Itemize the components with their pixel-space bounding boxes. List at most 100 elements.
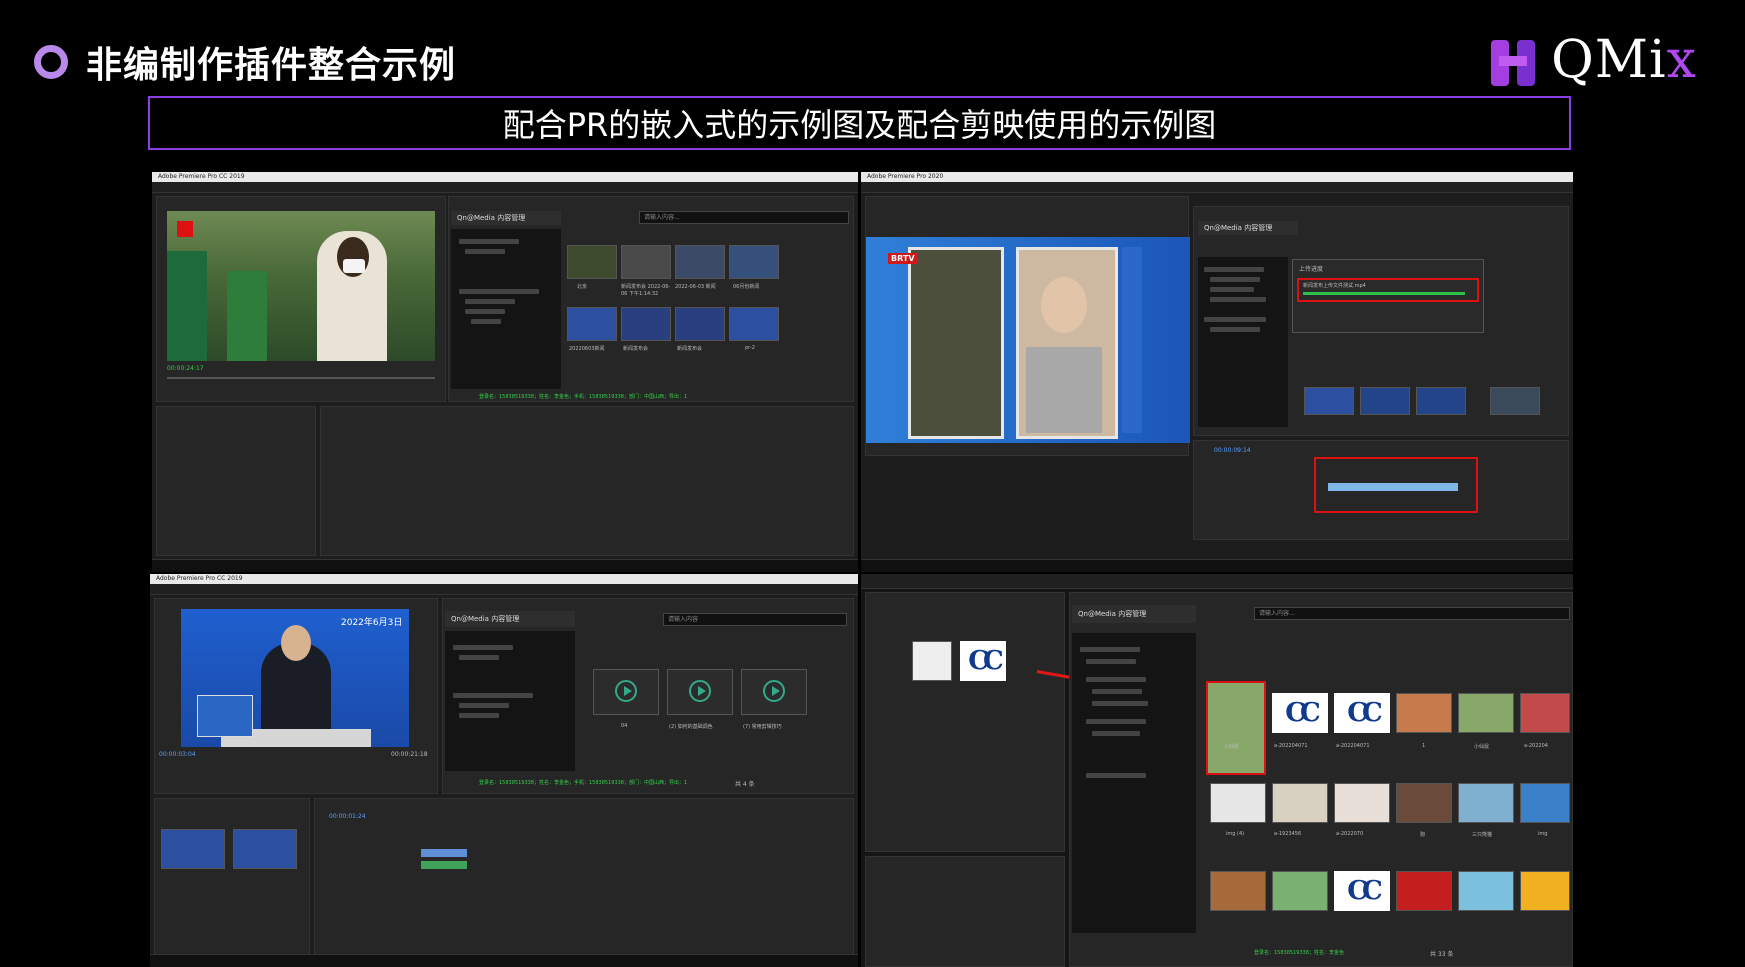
subtitle-box: 配合PR的嵌入式的示例图及配合剪映使用的示例图 <box>148 96 1571 150</box>
grid-caption: 狗 <box>1420 832 1426 838</box>
thumb-caption: 北京 <box>577 284 588 290</box>
grid-caption: img <box>1538 831 1548 837</box>
clip-thumb-1[interactable] <box>593 669 659 715</box>
grid-thumb-17[interactable] <box>1458 871 1514 911</box>
grid-thumb-14[interactable] <box>1272 871 1328 911</box>
project-thumb-2[interactable] <box>233 829 297 869</box>
clip-caption: (7) 常用剪辑技巧 <box>743 724 782 730</box>
clip-thumb-3[interactable] <box>741 669 807 715</box>
grid-caption: img (4) <box>1226 831 1245 837</box>
grid-thumb-18[interactable] <box>1520 871 1570 911</box>
upload-progress-dialog: 上传进度 新闻发布上传文件测试.mp4 <box>1292 259 1484 333</box>
grid-thumb-13[interactable] <box>1210 871 1266 911</box>
plugin-panel-title: Qn@Media 内容管理 <box>1072 605 1196 623</box>
upload-dialog-title: 上传进度 <box>1299 266 1324 273</box>
project-panel <box>156 406 316 556</box>
thumb-1[interactable] <box>1304 387 1354 415</box>
grid-caption: a-202204071 <box>1336 743 1370 749</box>
grid-thumb-11[interactable] <box>1458 783 1514 823</box>
result-total: 共 4 条 <box>735 781 755 788</box>
thumb-caption: 20220603新闻 <box>569 346 605 352</box>
source-duration: 00:00:21:18 <box>391 751 428 758</box>
grid-thumb-10[interactable] <box>1396 783 1452 823</box>
taskbar <box>152 559 858 572</box>
thumb-caption: 新闻发布会 2022-06-06 下午1:14:32 <box>621 284 671 297</box>
slide-title-text: 非编制作插件整合示例 <box>86 45 457 86</box>
thumb-4[interactable] <box>729 245 779 279</box>
window-titlebar: Adobe Premiere Pro CC 2019 <box>150 574 858 584</box>
thumb-7[interactable] <box>675 307 725 341</box>
grid-thumb-1[interactable] <box>1206 681 1266 775</box>
timeline-panel <box>320 406 854 556</box>
logo-text: QMix <box>1551 30 1697 90</box>
clip-caption: 04 <box>621 723 628 729</box>
plugin-panel-title: Qn@Media 内容管理 <box>445 611 575 627</box>
grid-caption: 1 <box>1422 743 1426 749</box>
grid-caption: a-2022070 <box>1336 831 1364 837</box>
media-thumb-dog[interactable] <box>912 641 952 681</box>
thumb-3[interactable] <box>675 245 725 279</box>
screenshot-premiere-top-right: Adobe Premiere Pro 2020 BRTV Qn@Media 内容… <box>861 172 1573 572</box>
brtv-logo: BRTV <box>888 253 918 264</box>
menu-bar <box>152 182 858 193</box>
grid-thumb-6[interactable] <box>1520 693 1570 733</box>
status-line: 登录名：15838519338；姓名：李金色 <box>1254 950 1344 956</box>
thumb-2[interactable] <box>1360 387 1410 415</box>
grid-thumb-9[interactable] <box>1334 783 1390 823</box>
search-input[interactable]: 请输入内容 <box>663 613 847 626</box>
plugin-panel-title: Qn@Media 内容管理 <box>451 211 561 225</box>
thumb-4[interactable] <box>1490 387 1540 415</box>
grid-thumb-7[interactable] <box>1210 783 1266 823</box>
timeline-panel: 00:00:09:14 <box>1193 440 1569 540</box>
thumb-5[interactable] <box>567 307 617 341</box>
plugin-panel: Qn@Media 内容管理 上传进度 新闻发布上传文件测试.mp4 <box>1193 206 1569 436</box>
screenshot-jianying-bottom-right: CC Qn@Media 内容管理 请输入内容... CC CC 小仙鼠 a-20… <box>861 574 1573 967</box>
grid-caption: a-202204071 <box>1274 743 1308 749</box>
status-line: 登录名：15838519338；姓名：李金色；手机：15838519338；部门… <box>479 394 688 400</box>
search-input[interactable]: 请输入内容... <box>639 211 849 224</box>
thumb-2[interactable] <box>621 245 671 279</box>
search-input[interactable]: 请输入内容... <box>1254 607 1570 620</box>
thumb-caption: pr-2 <box>745 345 755 351</box>
media-thumb-cc-logo[interactable]: CC <box>960 641 1006 681</box>
video-frame-interview: BRTV <box>866 237 1190 443</box>
menu-bar <box>861 182 1573 193</box>
grid-thumb-5[interactable] <box>1458 693 1514 733</box>
grid-thumb-4[interactable] <box>1396 693 1452 733</box>
thumb-3[interactable] <box>1416 387 1466 415</box>
grid-caption: 三只熊猫 <box>1472 832 1493 838</box>
project-thumb-1[interactable] <box>161 829 225 869</box>
qmix-logo: QMix <box>1491 30 1697 90</box>
menu-bar <box>150 584 858 595</box>
folder-tree <box>1072 633 1196 933</box>
grid-thumb-16[interactable] <box>1396 871 1452 911</box>
folder-tree <box>1198 257 1288 427</box>
upload-file-row: 新闻发布上传文件测试.mp4 <box>1297 278 1479 302</box>
thumb-6[interactable] <box>621 307 671 341</box>
subtitle-text: 配合PR的嵌入式的示例图及配合剪映使用的示例图 <box>502 106 1217 144</box>
plugin-panel-title: Qn@Media 内容管理 <box>1198 221 1298 235</box>
plugin-panel: Qn@Media 内容管理 请输入内容... CC CC 小仙鼠 a-20220… <box>1069 592 1573 967</box>
thumb-8[interactable] <box>729 307 779 341</box>
grid-caption: 小仙鼠 <box>1224 744 1240 750</box>
plugin-panel: Qn@Media 内容管理 请输入内容... 北京 新闻发布会 2022-06-… <box>448 196 854 402</box>
grid-thumb-12[interactable] <box>1520 783 1570 823</box>
thumb-1[interactable] <box>567 245 617 279</box>
qmix-logo-mark-icon <box>1491 34 1551 86</box>
title-bullet-icon <box>34 45 68 79</box>
grid-thumb-3[interactable]: CC <box>1334 693 1390 733</box>
grid-thumb-8[interactable] <box>1272 783 1328 823</box>
clip-caption: (2) 如何的基础调色 <box>669 724 713 730</box>
timeline-timecode: 00:00:09:14 <box>1214 447 1251 454</box>
media-panel: CC <box>865 592 1065 852</box>
clip-thumb-2[interactable] <box>667 669 733 715</box>
grid-thumb-2[interactable]: CC <box>1272 693 1328 733</box>
project-panel <box>154 798 310 958</box>
video-frame-press-conference: 2022年6月3日 <box>181 609 409 747</box>
thumb-caption: 06月份新闻 <box>733 284 760 290</box>
grid-thumb-15[interactable]: CC <box>1334 871 1390 911</box>
slide-title: 非编制作插件整合示例 <box>34 36 456 88</box>
grid-caption: 小仙鼠 <box>1474 744 1490 750</box>
grid-caption: a-202204 <box>1524 743 1548 749</box>
result-total: 共 33 条 <box>1430 951 1454 958</box>
